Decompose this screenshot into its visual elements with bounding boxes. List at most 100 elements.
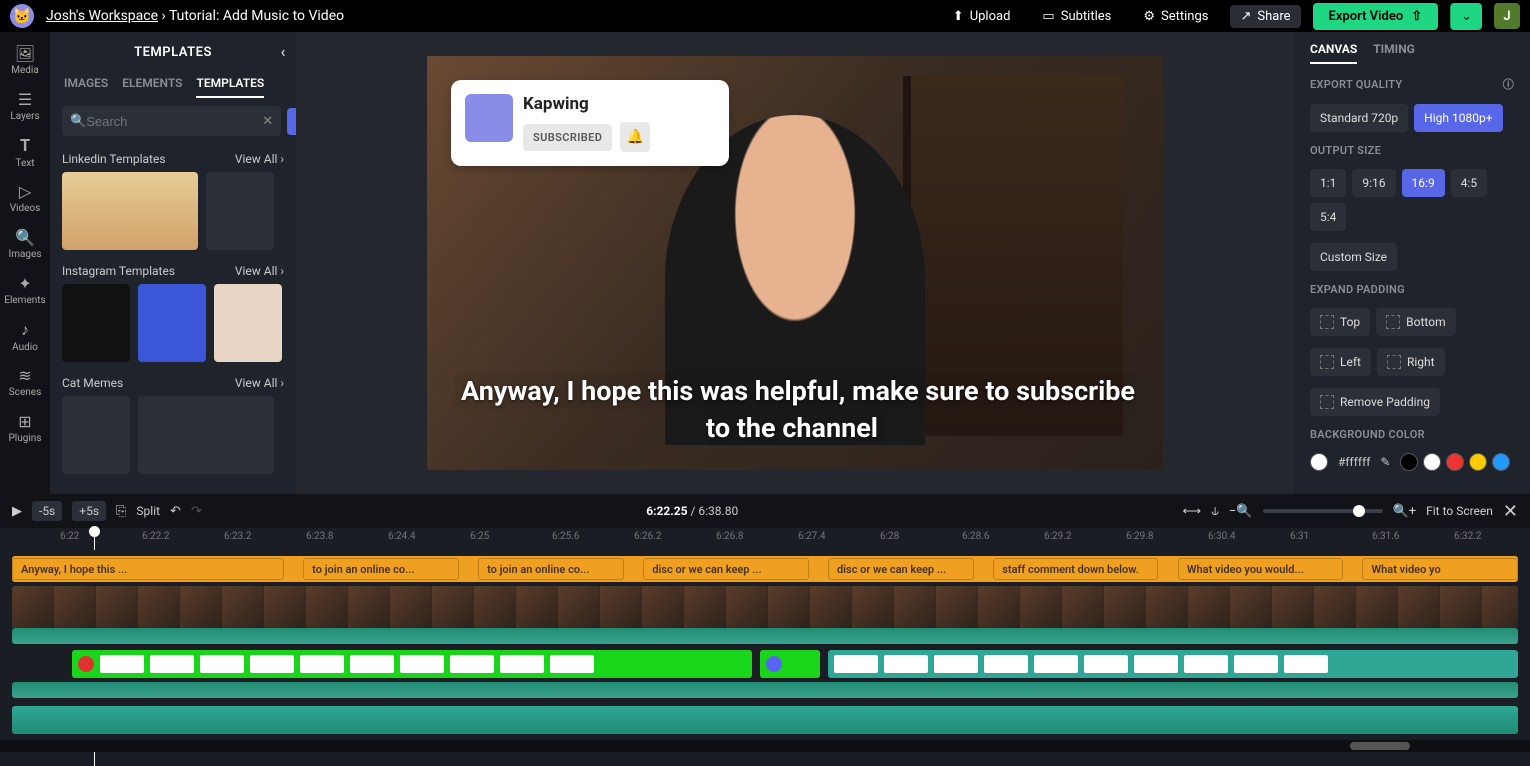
tool-layers[interactable]: ☰Layers	[0, 84, 50, 128]
template-thumb[interactable]	[214, 284, 282, 362]
close-timeline[interactable]: ✕	[1503, 501, 1518, 522]
video-audio-wave[interactable]	[12, 628, 1518, 644]
subtitle-clip[interactable]: to join an online co...	[478, 558, 624, 580]
template-thumb[interactable]	[138, 396, 274, 474]
fit-to-screen[interactable]: Fit to Screen	[1426, 504, 1493, 518]
video-track[interactable]	[12, 586, 1518, 628]
bg-swatch-current[interactable]	[1310, 453, 1328, 471]
music-track[interactable]	[12, 706, 1518, 734]
swatch-yellow[interactable]	[1469, 453, 1487, 471]
back-5s[interactable]: -5s	[32, 501, 62, 521]
settings-button[interactable]: ⚙Settings	[1133, 5, 1218, 28]
search-input[interactable]	[86, 114, 262, 129]
subtitle-clip[interactable]: to join an online co...	[303, 558, 459, 580]
viewall-link[interactable]: View All ›	[235, 376, 284, 390]
video-frame	[348, 586, 390, 628]
tab-templates[interactable]: TEMPLATES	[196, 76, 264, 98]
eyedropper-icon[interactable]: ✎	[1380, 455, 1390, 469]
template-thumb[interactable]	[138, 284, 206, 362]
play-button[interactable]: ▶	[12, 504, 22, 519]
template-thumb[interactable]	[206, 172, 274, 250]
tool-audio[interactable]: ♪Audio	[0, 314, 50, 358]
share-button[interactable]: ↗Share	[1230, 5, 1300, 28]
template-thumb[interactable]	[62, 284, 130, 362]
viewall-link[interactable]: View All ›	[235, 152, 284, 166]
export-button[interactable]: Export Video⇧	[1313, 3, 1439, 30]
zoom-knob[interactable]	[1353, 505, 1365, 517]
zoom-in-icon[interactable]: 🔍+	[1393, 504, 1417, 519]
overlay-audio-wave[interactable]	[12, 682, 1518, 698]
overlay-track[interactable]	[12, 650, 1518, 678]
redo-button[interactable]: ↷	[191, 504, 202, 519]
help-icon[interactable]: ⓘ	[1503, 76, 1514, 92]
upload-button[interactable]: ⬆Upload	[943, 5, 1021, 28]
pad-top[interactable]: Top	[1310, 308, 1370, 336]
pad-left[interactable]: Left	[1310, 348, 1371, 376]
pad-bottom[interactable]: Bottom	[1376, 308, 1455, 336]
snap-icon[interactable]: ⟷	[1183, 504, 1202, 519]
magnet-icon[interactable]: ⫝	[1211, 504, 1219, 519]
remove-padding[interactable]: Remove Padding	[1310, 388, 1440, 416]
template-thumb[interactable]	[62, 396, 130, 474]
scroll-thumb[interactable]	[1350, 742, 1410, 750]
tab-elements[interactable]: ELEMENTS	[122, 76, 182, 98]
collapse-panel-button[interactable]: ‹	[281, 42, 286, 61]
undo-button[interactable]: ↶	[170, 504, 181, 519]
quality-high[interactable]: High 1080p+	[1414, 104, 1502, 132]
subtitles-button[interactable]: ▭Subtitles	[1032, 5, 1121, 28]
tool-plugins[interactable]: ⊞Plugins	[0, 406, 50, 450]
split-button[interactable]: Split	[136, 504, 160, 518]
template-thumb[interactable]	[62, 172, 198, 250]
tool-elements[interactable]: ✦Elements	[0, 268, 50, 312]
fwd-5s[interactable]: +5s	[72, 501, 106, 521]
tab-images[interactable]: IMAGES	[64, 76, 108, 98]
timeline-tracks: Anyway, I hope this ... to join an online…	[0, 550, 1530, 752]
subtitle-clip[interactable]: Anyway, I hope this ...	[12, 558, 284, 580]
workspace-link[interactable]: Josh's Workspace	[46, 8, 158, 24]
video-frame	[432, 586, 474, 628]
tab-canvas[interactable]: CANVAS	[1310, 42, 1357, 64]
swatch-red[interactable]	[1446, 453, 1464, 471]
swatch-blue[interactable]	[1492, 453, 1510, 471]
subtitle-clip[interactable]: disc or we can keep ...	[643, 558, 808, 580]
pad-right[interactable]: Right	[1377, 348, 1445, 376]
zoom-slider[interactable]	[1263, 509, 1383, 513]
timeline-ruler[interactable]: 6:226:22.26:23.26:23.86:24.46:256:25.66:…	[0, 528, 1530, 550]
user-avatar[interactable]: J	[1494, 3, 1520, 29]
tab-timing[interactable]: TIMING	[1373, 42, 1415, 64]
ratio-4-5[interactable]: 4:5	[1451, 169, 1487, 197]
tool-scenes[interactable]: ≋Scenes	[0, 360, 50, 404]
tool-images[interactable]: 🔍Images	[0, 222, 50, 266]
ratio-9-16[interactable]: 9:16	[1352, 169, 1395, 197]
export-caret-button[interactable]: ⌄	[1450, 3, 1482, 30]
viewall-link[interactable]: View All ›	[235, 264, 284, 278]
clear-icon[interactable]: ✕	[262, 114, 273, 129]
swatch-white[interactable]	[1423, 453, 1441, 471]
section-catmemes: Cat MemesView All ›	[50, 370, 296, 482]
overlay-segment-teal[interactable]	[828, 650, 1518, 678]
subtitle-clip[interactable]: disc or we can keep ...	[828, 558, 974, 580]
subscribe-card[interactable]: Kapwing SUBSCRIBED 🔔	[451, 80, 729, 166]
ratio-5-4[interactable]: 5:4	[1310, 203, 1346, 231]
quality-standard[interactable]: Standard 720p	[1310, 104, 1408, 132]
tool-media[interactable]: 🖼Media	[0, 38, 50, 82]
swatch-black[interactable]	[1400, 453, 1418, 471]
subtitle-clip[interactable]: staff comment down below.	[993, 558, 1158, 580]
ratio-1-1[interactable]: 1:1	[1310, 169, 1346, 197]
overlay-segment-green[interactable]	[760, 650, 820, 678]
video-canvas[interactable]: Kapwing SUBSCRIBED 🔔 Anyway, I hope this…	[427, 56, 1163, 470]
overlay-segment-green[interactable]	[72, 650, 752, 678]
app-logo: 🐱	[10, 4, 34, 28]
search-box[interactable]: 🔍 ✕	[62, 106, 281, 136]
timeline-scrollbar[interactable]	[0, 740, 1530, 752]
ratio-16-9[interactable]: 16:9	[1402, 169, 1445, 197]
subtitle-clip[interactable]: What video yo	[1362, 558, 1518, 580]
overlay-chip	[1134, 655, 1178, 673]
subtitle-clip[interactable]: What video you would...	[1178, 558, 1343, 580]
tool-videos[interactable]: ▷Videos	[0, 176, 50, 220]
split-icon[interactable]: ⎘	[116, 504, 126, 519]
zoom-out-icon[interactable]: −🔍	[1229, 504, 1253, 519]
subtitle-track[interactable]: Anyway, I hope this ... to join an online…	[12, 556, 1518, 582]
tool-text[interactable]: 𝐓Text	[0, 130, 50, 174]
custom-size[interactable]: Custom Size	[1310, 243, 1397, 271]
